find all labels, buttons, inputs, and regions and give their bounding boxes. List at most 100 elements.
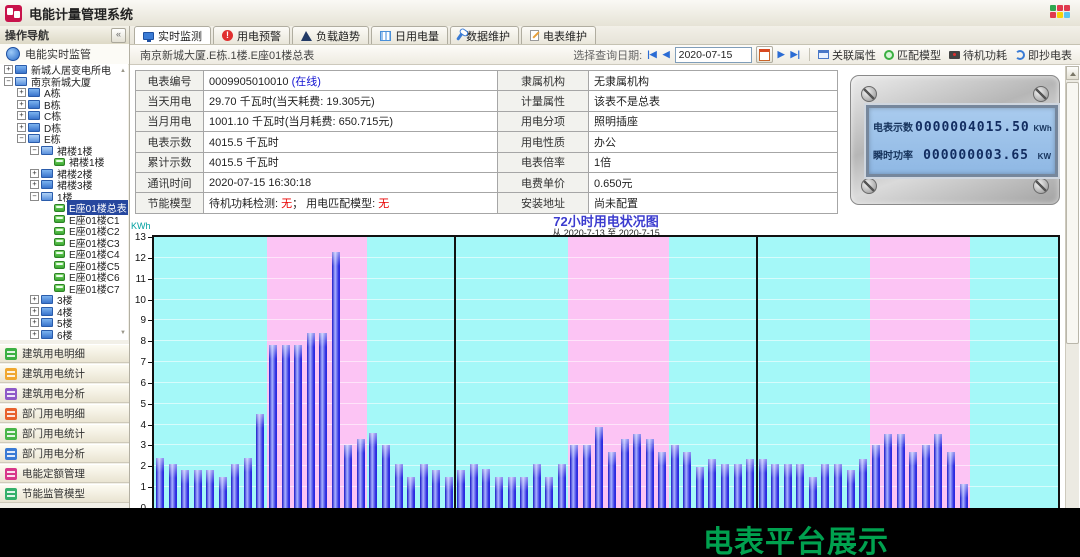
- scroll-up-arrow-icon[interactable]: [1066, 66, 1079, 80]
- trend-icon: [301, 31, 312, 41]
- hour-usage-bar: [809, 477, 817, 508]
- building-stats-icon: [5, 368, 17, 380]
- expand-toggle-icon[interactable]: +: [30, 295, 39, 304]
- folder-icon: [28, 88, 40, 97]
- sidebar-item-building-analysis[interactable]: 建筑用电分析: [0, 384, 129, 403]
- gridline: [154, 319, 1058, 320]
- hour-usage-bar: [181, 470, 189, 508]
- date-input[interactable]: 2020-07-15: [675, 47, 752, 63]
- tab-bar: 实时监测用电预警负载趋势日用电量数据维护 电表维护: [130, 26, 1080, 45]
- tab-trend[interactable]: 负载趋势: [292, 26, 369, 44]
- app-root: 电能计量管理系统 操作导航 « 电能实时监管 +新城人居变电所电−南京新城大厦+…: [0, 0, 1080, 557]
- expand-toggle-icon[interactable]: −: [4, 77, 13, 86]
- action-window[interactable]: 关联属性: [818, 47, 876, 63]
- y-tick-label: 11: [126, 274, 146, 285]
- hour-usage-bar: [821, 464, 829, 508]
- sidebar-collapse-button[interactable]: «: [111, 28, 126, 43]
- hour-usage-bar: [395, 464, 403, 508]
- hour-usage-bar: [872, 445, 880, 508]
- sidebar-item-quota[interactable]: 电能定额管理: [0, 464, 129, 483]
- tree-scroll-up-icon[interactable]: ▲: [120, 68, 126, 74]
- folder-open-icon: [15, 77, 27, 86]
- tab-monitor[interactable]: 实时监测: [134, 26, 211, 44]
- sidebar-item-energy-model[interactable]: 节能监管模型: [0, 484, 129, 503]
- sidebar-item-label: 电能定额管理: [22, 466, 85, 481]
- tab-label: 电表维护: [543, 28, 587, 44]
- tree-item[interactable]: +6楼: [0, 329, 128, 341]
- lcd-label: 电表示数: [873, 119, 915, 134]
- window-grid-icon[interactable]: [1050, 5, 1070, 18]
- gridline: [154, 424, 1058, 425]
- expand-toggle-icon[interactable]: +: [17, 100, 26, 109]
- value-blue[interactable]: (在线): [292, 76, 321, 88]
- action-refresh[interactable]: 即抄电表: [1015, 47, 1072, 63]
- tree-scroll-down-icon[interactable]: ▼: [120, 330, 126, 336]
- y-tick-label: 5: [126, 399, 146, 410]
- toolbar-separator: [809, 48, 810, 61]
- sidebar-item-dept-stats[interactable]: 部门用电统计: [0, 424, 129, 443]
- tab-alert[interactable]: 用电预警: [213, 26, 290, 44]
- sidebar-accordion: 建筑用电明细建筑用电统计建筑用电分析部门用电明细部门用电统计部门用电分析电能定额…: [0, 343, 129, 503]
- window-icon: [818, 50, 829, 59]
- sidebar-item-dept-detail[interactable]: 部门用电明细: [0, 404, 129, 423]
- sidebar-section-label: 电能实时监管: [25, 46, 91, 62]
- sidebar-item-building-stats[interactable]: 建筑用电统计: [0, 364, 129, 383]
- expand-toggle-icon[interactable]: +: [17, 111, 26, 120]
- row-value: 1001.10 千瓦时(当月耗费: 650.715元): [204, 111, 498, 131]
- tree-item[interactable]: +C栋: [0, 110, 128, 122]
- expand-toggle-icon: [43, 272, 52, 281]
- hour-usage-bar: [884, 434, 892, 508]
- expand-toggle-icon[interactable]: +: [30, 307, 39, 316]
- action-model[interactable]: 匹配模型: [884, 47, 941, 63]
- expand-toggle-icon[interactable]: −: [17, 134, 26, 143]
- tree-item[interactable]: +D栋: [0, 122, 128, 134]
- folder-icon: [41, 330, 53, 339]
- hour-usage-bar: [633, 434, 641, 508]
- tab-calendar[interactable]: 日用电量: [371, 26, 448, 44]
- meter-icon: [54, 227, 65, 235]
- hour-usage-bar: [533, 464, 541, 508]
- gridline: [154, 361, 1058, 362]
- hour-usage-bar: [294, 345, 302, 508]
- date-last-button[interactable]: ▶|: [790, 49, 801, 60]
- expand-toggle-icon[interactable]: +: [17, 123, 26, 132]
- expand-toggle-icon[interactable]: +: [4, 65, 13, 74]
- date-next-button[interactable]: ▶: [777, 49, 786, 60]
- expand-toggle-icon[interactable]: −: [30, 146, 39, 155]
- meter-icon: [54, 261, 65, 269]
- hour-usage-bar: [256, 414, 264, 508]
- sidebar-title: 操作导航: [5, 27, 49, 43]
- tab-wrench[interactable]: 数据维护: [450, 26, 519, 44]
- tree-item[interactable]: +B栋: [0, 99, 128, 111]
- date-first-button[interactable]: |◀: [646, 49, 657, 60]
- table-row: 累计示数4015.5 千瓦时电表倍率1倍: [136, 152, 838, 172]
- sidebar-item-building-detail[interactable]: 建筑用电明细: [0, 344, 129, 363]
- main-scrollbar[interactable]: [1065, 66, 1079, 508]
- expand-toggle-icon: [43, 284, 52, 293]
- date-prev-button[interactable]: ◀: [662, 49, 671, 60]
- calendar-icon: [380, 31, 391, 41]
- expand-toggle-icon[interactable]: +: [30, 169, 39, 178]
- calendar-picker-button[interactable]: [756, 46, 773, 63]
- expand-toggle-icon[interactable]: +: [30, 180, 39, 189]
- expand-toggle-icon[interactable]: +: [30, 330, 39, 339]
- y-tick-label: 10: [126, 295, 146, 306]
- action-standby[interactable]: 待机功耗: [949, 47, 1007, 63]
- hour-usage-bar: [759, 459, 767, 508]
- scrollbar-thumb[interactable]: [1066, 82, 1079, 344]
- folder-icon: [41, 180, 53, 189]
- day-separator: [756, 237, 758, 508]
- tree-item[interactable]: −裙楼1楼: [0, 145, 128, 157]
- sidebar-section-realtime[interactable]: 电能实时监管: [0, 44, 129, 65]
- tab-edit[interactable]: 电表维护: [521, 26, 596, 44]
- hour-usage-bar: [194, 470, 202, 508]
- value-text: 该表不是总表: [594, 96, 660, 108]
- expand-toggle-icon: [43, 249, 52, 258]
- expand-toggle-icon[interactable]: +: [17, 88, 26, 97]
- hour-usage-bar: [947, 452, 955, 508]
- expand-toggle-icon[interactable]: −: [30, 192, 39, 201]
- y-tick-label: 3: [126, 440, 146, 451]
- expand-toggle-icon[interactable]: +: [30, 318, 39, 327]
- sidebar-item-dept-analysis[interactable]: 部门用电分析: [0, 444, 129, 463]
- hour-usage-bar: [595, 427, 603, 508]
